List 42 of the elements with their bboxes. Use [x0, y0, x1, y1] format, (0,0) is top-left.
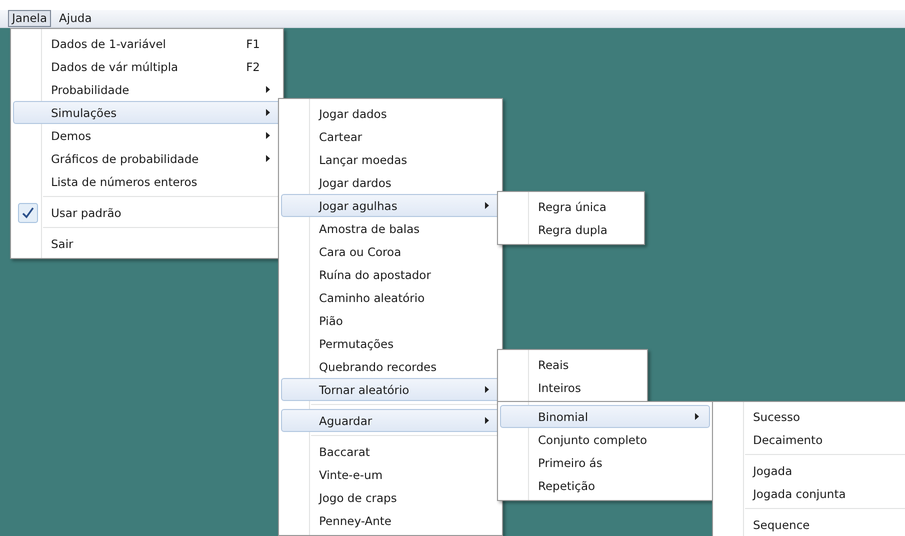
menu-item[interactable]: Usar padrão: [13, 201, 281, 224]
menu-item[interactable]: Lançar moedas: [281, 148, 500, 171]
menu-item[interactable]: Lista de números enteros: [13, 170, 281, 193]
menu-item[interactable]: Simulações: [13, 101, 281, 124]
menu-bar-item[interactable]: Ajuda: [55, 10, 96, 27]
menu-item[interactable]: Primeiro ás: [500, 451, 710, 474]
menu-item[interactable]: Vinte-e-um: [281, 463, 500, 486]
menu-item[interactable]: Conjunto completo: [500, 428, 710, 451]
menu-item[interactable]: Sequence: [715, 513, 905, 536]
menu-item[interactable]: Repetição: [500, 474, 710, 497]
menu-item[interactable]: Sucesso: [715, 405, 905, 428]
menu-item[interactable]: Jogo de craps: [281, 486, 500, 509]
menu-item[interactable]: Jogar dardos: [281, 171, 500, 194]
menu-item[interactable]: Regra única: [500, 195, 642, 218]
menu-item[interactable]: Gráficos de probabilidade: [13, 147, 281, 170]
menu-item[interactable]: Regra dupla: [500, 218, 642, 241]
menu-item[interactable]: Baccarat: [281, 440, 500, 463]
menu-item[interactable]: Tornar aleatório: [281, 378, 500, 401]
menu-item[interactable]: Penney-Ante: [281, 509, 500, 532]
menu-item[interactable]: Aguardar: [281, 409, 500, 432]
menu-item[interactable]: Amostra de balas: [281, 217, 500, 240]
menu-item[interactable]: Ruína do apostador: [281, 263, 500, 286]
menu-item[interactable]: Cara ou Coroa: [281, 240, 500, 263]
menu-item[interactable]: Jogada: [715, 459, 905, 482]
menu-item[interactable]: Permutações: [281, 332, 500, 355]
menu-item[interactable]: Demos: [13, 124, 281, 147]
menu-item[interactable]: Dados de vár múltipla F2: [13, 55, 281, 78]
menu-item[interactable]: Pião: [281, 309, 500, 332]
menu-item[interactable]: Binomial: [500, 405, 710, 428]
menu-item[interactable]: Sair: [13, 232, 281, 255]
menu-item[interactable]: Jogada conjunta: [715, 482, 905, 505]
menu-bar-item[interactable]: Janela: [8, 10, 52, 27]
menu-item[interactable]: Inteiros: [500, 376, 645, 399]
menu-item[interactable]: Cartear: [281, 125, 500, 148]
menu-item[interactable]: Jogar dados: [281, 102, 500, 125]
menu-item[interactable]: Decaimento: [715, 428, 905, 451]
menu-item[interactable]: Dados de 1-variável F1: [13, 32, 281, 55]
menu-item[interactable]: Reais: [500, 353, 645, 376]
menu-item[interactable]: Jogar agulhas: [281, 194, 500, 217]
menu-item[interactable]: Caminho aleatório: [281, 286, 500, 309]
menu-item[interactable]: Quebrando recordes: [281, 355, 500, 378]
menu-item[interactable]: Probabilidade: [13, 78, 281, 101]
